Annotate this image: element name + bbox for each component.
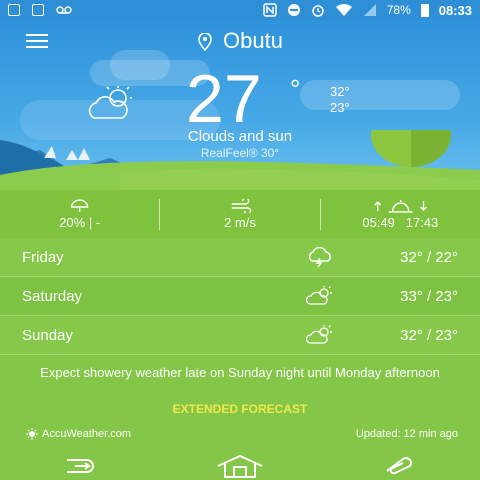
back-button[interactable] [55,453,105,479]
low-temp: 23° [330,100,350,115]
brand-label: AccuWeather.com [42,428,132,440]
current-temperature: 27 [186,61,262,137]
stats-row: 20% | - 2 m/s 05:49 17:43 [0,190,480,238]
forecast-summary: Expect showery weather late on Sunday ni… [40,365,440,380]
location-pin-icon [198,33,212,52]
forecast-row-saturday[interactable]: Saturday 33° / 23° [0,277,480,316]
voicemail-icon [56,6,72,14]
forecast-row-sunday[interactable]: Sunday 32° / 23° [0,316,480,355]
sun-times: 05:49 17:43 [321,215,480,230]
forecast-temps: 33° / 23° [400,287,458,305]
forecast-temps: 32° / 23° [400,326,458,344]
location-name: Obutu [223,28,283,53]
nfc-icon [262,3,277,17]
accuweather-sun-icon [26,428,38,440]
sunrise-time: 05:49 [362,214,395,230]
sunset-time: 17:43 [405,214,439,230]
precipitation-stat: 20% | - [0,198,159,230]
battery-percent: 78% [386,3,411,17]
checkbox-icon [32,4,44,16]
bottom-nav [0,451,480,480]
precipitation-value: 20% | - [59,214,101,230]
degree-mark: ° [290,74,301,104]
high-low: 32° 23° [330,84,350,116]
wind-stat: 2 m/s [159,198,319,230]
partly-cloudy-icon [305,325,332,344]
clock: 08:33 [438,2,472,18]
accuweather-link[interactable]: AccuWeather.com [26,428,131,440]
recent-apps-button[interactable] [375,453,425,479]
condition-text: Clouds and sun [187,128,293,145]
forecast-row-friday[interactable]: Friday 32° / 22° [0,238,480,277]
forecast-temps: 32° / 22° [400,248,458,266]
alarm-icon [311,5,324,17]
home-icon [217,454,263,478]
updated-label: Updated: 12 min ago [355,428,458,440]
back-icon [67,458,94,473]
checkbox-icon [8,4,20,16]
realfeel-text: RealFeel® 30° [200,146,280,160]
forecast-day: Saturday [22,287,83,305]
extended-forecast-link[interactable]: EXTENDED FORECAST [0,402,480,416]
sun-stat: 05:49 17:43 [319,198,480,230]
high-temp: 32° [330,84,350,99]
battery-icon [420,4,429,17]
status-bar: 78% 08:33 [0,0,480,20]
forecast-day: Friday [22,248,64,266]
umbrella-icon [70,198,89,212]
thunderstorm-icon [308,247,331,267]
signal-icon [363,4,376,16]
partly-cloudy-icon [88,86,132,119]
wind-value: 2 m/s [224,214,256,230]
wifi-icon [335,3,352,17]
bottom-panel: Expect showery weather late on Sunday ni… [0,355,480,480]
recent-apps-icon [386,456,412,474]
daily-forecast-list: Friday 32° / 22° Saturday 33° / 23° Sund… [0,238,480,355]
forecast-day: Sunday [22,326,73,344]
home-button[interactable] [215,453,265,479]
do-not-disturb-icon [287,4,300,16]
wind-icon [232,198,252,213]
partly-cloudy-icon [305,286,332,305]
location-title[interactable]: Obutu [0,28,480,54]
sunrise-sunset-icon [373,199,427,213]
